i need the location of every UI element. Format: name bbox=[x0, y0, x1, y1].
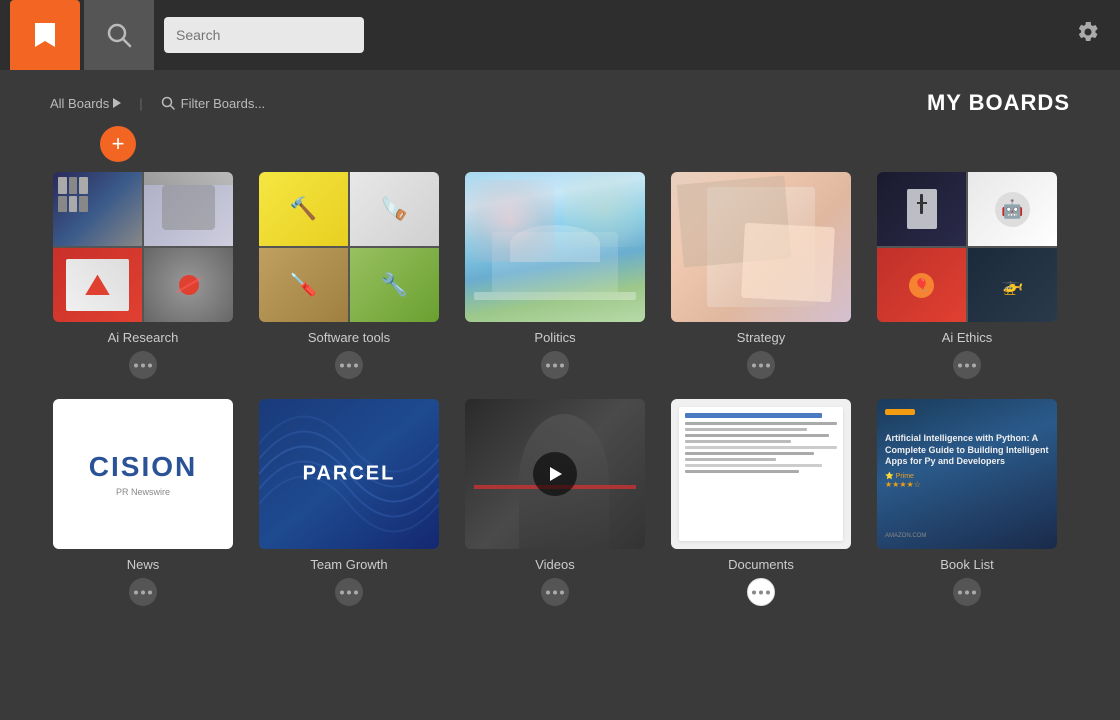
parcel-text: PARCEL bbox=[303, 463, 396, 486]
board-thumbnail-strategy[interactable] bbox=[671, 172, 851, 322]
filter-boards[interactable]: Filter Boards... bbox=[161, 96, 266, 111]
collage-cell: 🔨 bbox=[259, 172, 348, 246]
book-title: Artificial Intelligence with Python: A C… bbox=[885, 433, 1049, 468]
collage-cell: 🪛 bbox=[259, 248, 348, 322]
board-label-news: News bbox=[127, 557, 160, 572]
search-bar[interactable] bbox=[164, 17, 364, 53]
board-thumbnail-documents[interactable] bbox=[671, 399, 851, 549]
board-thumbnail-ai-research[interactable] bbox=[53, 172, 233, 322]
collage-cell: 🎈 bbox=[877, 248, 966, 322]
top-bar bbox=[0, 0, 1120, 70]
collage-cell bbox=[877, 172, 966, 246]
strategy-image bbox=[671, 172, 851, 322]
collage-cell: 🪚 bbox=[350, 172, 439, 246]
nav-divider: | bbox=[139, 96, 142, 111]
board-menu-button-software-tools[interactable] bbox=[335, 351, 363, 379]
amazon-tag: AMAZON.COM bbox=[885, 533, 1049, 539]
board-menu-button-team-growth[interactable] bbox=[335, 578, 363, 606]
board-thumbnail-news[interactable]: CISION PR Newswire bbox=[53, 399, 233, 549]
search-tab[interactable] bbox=[84, 0, 154, 70]
board-strategy: Strategy bbox=[668, 172, 854, 379]
board-label-ai-research: Ai Research bbox=[108, 330, 179, 345]
book-cover-image: Artificial Intelligence with Python: A C… bbox=[877, 399, 1057, 549]
filter-boards-label: Filter Boards... bbox=[181, 96, 266, 111]
board-ai-research: Ai Research bbox=[50, 172, 236, 379]
board-thumbnail-politics[interactable] bbox=[465, 172, 645, 322]
boards-header: All Boards | Filter Boards... MY BOARDS bbox=[0, 70, 1120, 126]
board-thumbnail-videos[interactable] bbox=[465, 399, 645, 549]
page-title: MY BOARDS bbox=[927, 90, 1070, 116]
news-logo: CISION PR Newswire bbox=[53, 399, 233, 549]
board-menu-button-strategy[interactable] bbox=[747, 351, 775, 379]
collage-cell: 🤖 bbox=[968, 172, 1057, 246]
pr-newswire-text: PR Newswire bbox=[116, 487, 170, 497]
board-label-book-list: Book List bbox=[940, 557, 993, 572]
cision-text: CISION bbox=[89, 451, 197, 483]
board-menu-button-book-list[interactable] bbox=[953, 578, 981, 606]
filter-search-icon bbox=[161, 96, 175, 110]
board-thumbnail-ai-ethics[interactable]: 🤖 🎈 🚁 bbox=[877, 172, 1057, 322]
collage-cell bbox=[53, 172, 142, 246]
board-thumbnail-software-tools[interactable]: 🔨 🪚 🪛 🔧 bbox=[259, 172, 439, 322]
collage-cell bbox=[53, 248, 142, 322]
collage-cell bbox=[144, 248, 233, 322]
board-menu-button-news[interactable] bbox=[129, 578, 157, 606]
board-label-team-growth: Team Growth bbox=[310, 557, 387, 572]
boards-nav: All Boards | Filter Boards... bbox=[50, 96, 265, 111]
add-icon: + bbox=[112, 131, 125, 157]
all-boards-link[interactable]: All Boards bbox=[50, 96, 121, 111]
board-menu-button-ai-ethics[interactable] bbox=[953, 351, 981, 379]
documents-loading-icon bbox=[807, 505, 833, 531]
politics-image bbox=[465, 172, 645, 322]
add-board-button[interactable]: + bbox=[100, 126, 136, 162]
board-politics: Politics bbox=[462, 172, 648, 379]
book-stars: ★★★★☆ bbox=[885, 480, 1049, 489]
all-boards-label: All Boards bbox=[50, 96, 109, 111]
board-menu-button-politics[interactable] bbox=[541, 351, 569, 379]
collage-cell: 🚁 bbox=[968, 248, 1057, 322]
board-ai-ethics: 🤖 🎈 🚁 Ai Ethics bbox=[874, 172, 1060, 379]
board-label-documents: Documents bbox=[728, 557, 794, 572]
collage-cell: 🔧 bbox=[350, 248, 439, 322]
board-label-videos: Videos bbox=[535, 557, 575, 572]
board-label-software-tools: Software tools bbox=[308, 330, 390, 345]
board-menu-button-documents[interactable] bbox=[747, 578, 775, 606]
gear-icon[interactable] bbox=[1076, 20, 1100, 50]
board-documents: Documents bbox=[668, 399, 854, 606]
bookmark-tab[interactable] bbox=[10, 0, 80, 70]
board-software-tools: 🔨 🪚 🪛 🔧 bbox=[256, 172, 442, 379]
play-button-overlay bbox=[533, 452, 577, 496]
all-boards-arrow-icon bbox=[113, 98, 121, 108]
boards-grid: Ai Research 🔨 🪚 🪛 bbox=[0, 172, 1120, 626]
board-team-growth: PARCEL Team Growth bbox=[256, 399, 442, 606]
board-thumbnail-team-growth[interactable]: PARCEL bbox=[259, 399, 439, 549]
board-label-ai-ethics: Ai Ethics bbox=[942, 330, 993, 345]
board-label-politics: Politics bbox=[534, 330, 575, 345]
board-menu-button-videos[interactable] bbox=[541, 578, 569, 606]
prime-badge: ⭐ Prime bbox=[885, 472, 1049, 480]
collage-cell bbox=[144, 172, 233, 246]
search-input[interactable] bbox=[176, 27, 352, 43]
add-button-container: + bbox=[0, 126, 1120, 162]
board-thumbnail-book-list[interactable]: Artificial Intelligence with Python: A C… bbox=[877, 399, 1057, 549]
board-label-strategy: Strategy bbox=[737, 330, 785, 345]
board-menu-button-ai-research[interactable] bbox=[129, 351, 157, 379]
board-book-list: Artificial Intelligence with Python: A C… bbox=[874, 399, 1060, 606]
board-news: CISION PR Newswire News bbox=[50, 399, 236, 606]
board-videos: Videos bbox=[462, 399, 648, 606]
